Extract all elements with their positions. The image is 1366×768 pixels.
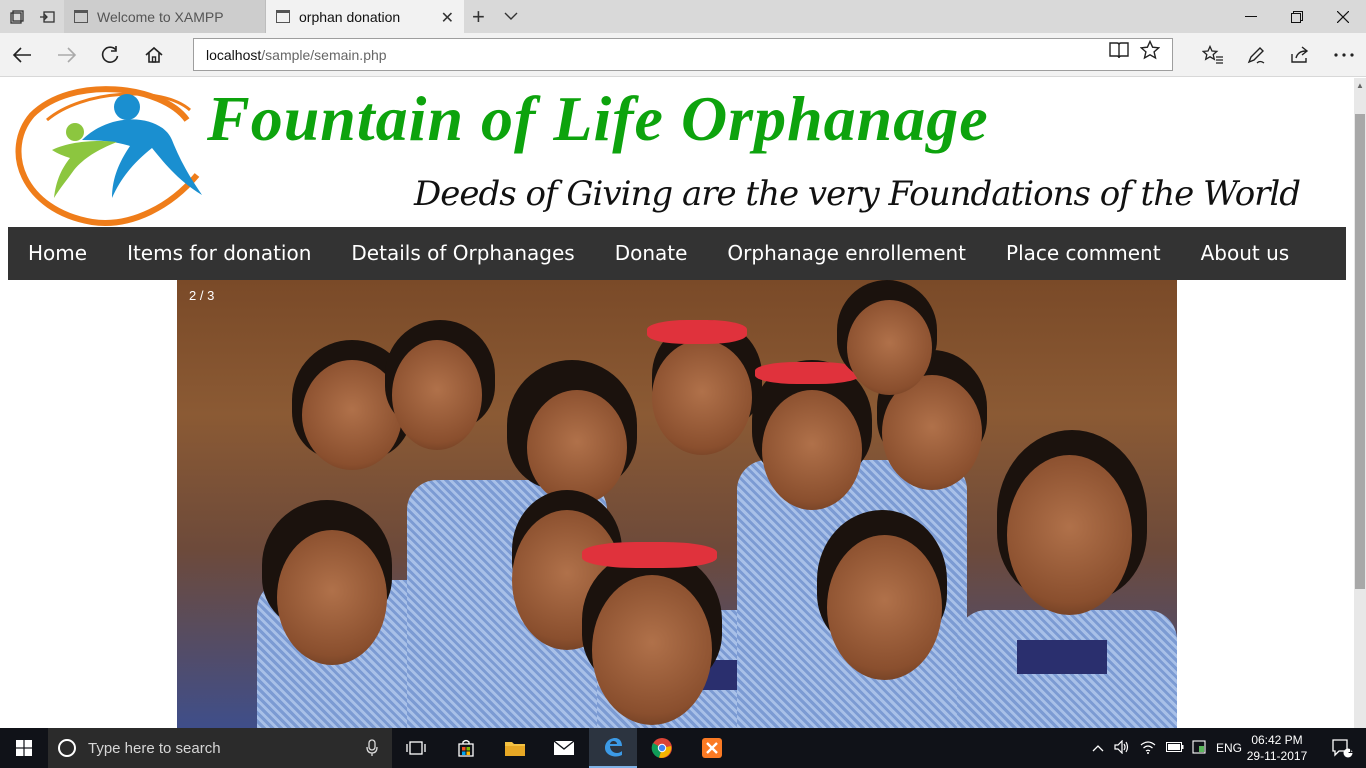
windows-taskbar: Type here to search ENG 06:42 PM 29-11-2… bbox=[0, 728, 1366, 768]
uniform-collar bbox=[1017, 640, 1107, 674]
page-icon bbox=[74, 10, 88, 23]
new-tab-icon[interactable]: + bbox=[472, 4, 485, 30]
minimize-button[interactable] bbox=[1228, 0, 1274, 33]
more-options-icon[interactable] bbox=[1331, 43, 1357, 67]
site-title: Fountain of Life Orphanage bbox=[207, 83, 989, 154]
hair-bow bbox=[647, 320, 747, 344]
menu-home[interactable]: Home bbox=[8, 227, 107, 280]
microphone-icon[interactable] bbox=[366, 739, 378, 762]
battery-icon[interactable] bbox=[1166, 741, 1184, 755]
taskbar-clock[interactable]: 06:42 PM 29-11-2017 bbox=[1244, 732, 1310, 764]
clock-time: 06:42 PM bbox=[1251, 733, 1303, 747]
slide-counter: 2 / 3 bbox=[189, 288, 215, 303]
notifications-icon[interactable]: 1 bbox=[1318, 728, 1366, 768]
scrollbar-thumb[interactable] bbox=[1355, 114, 1365, 589]
main-menu: Home Items for donation Details of Orpha… bbox=[8, 227, 1346, 280]
wifi-icon[interactable] bbox=[1140, 740, 1156, 757]
web-note-pen-icon[interactable] bbox=[1243, 43, 1269, 67]
child-face bbox=[277, 530, 387, 665]
tab-title: orphan donation bbox=[299, 8, 401, 25]
search-placeholder: Type here to search bbox=[88, 739, 221, 757]
menu-place-comment[interactable]: Place comment bbox=[986, 227, 1181, 280]
child-face bbox=[847, 300, 932, 395]
web-page: Fountain of Life Orphanage Deeds of Givi… bbox=[0, 78, 1354, 728]
cortana-icon bbox=[58, 739, 76, 757]
chevron-down-icon[interactable] bbox=[504, 8, 518, 26]
reading-view-icon[interactable] bbox=[1108, 39, 1130, 61]
notification-count: 1 bbox=[1348, 745, 1354, 755]
store-icon[interactable] bbox=[442, 728, 490, 768]
menu-details-of-orphanages[interactable]: Details of Orphanages bbox=[331, 227, 594, 280]
menu-items-for-donation[interactable]: Items for donation bbox=[107, 227, 331, 280]
hair-bow bbox=[755, 362, 860, 384]
menu-about-us[interactable]: About us bbox=[1181, 227, 1310, 280]
favorite-star-icon[interactable] bbox=[1139, 39, 1161, 61]
close-window-button[interactable] bbox=[1320, 0, 1366, 33]
child-face bbox=[527, 390, 627, 505]
child-face bbox=[652, 340, 752, 455]
start-button[interactable] bbox=[0, 728, 48, 768]
clock-date: 29-11-2017 bbox=[1246, 749, 1308, 763]
menu-orphanage-enrollement[interactable]: Orphanage enrollement bbox=[707, 227, 986, 280]
chrome-icon[interactable] bbox=[638, 728, 686, 768]
restore-button[interactable] bbox=[1274, 0, 1320, 33]
share-icon[interactable] bbox=[1287, 43, 1313, 67]
hair-bow bbox=[582, 542, 717, 568]
mail-icon[interactable] bbox=[540, 728, 588, 768]
page-icon bbox=[276, 10, 290, 23]
menu-donate[interactable]: Donate bbox=[595, 227, 708, 280]
xampp-icon[interactable] bbox=[688, 728, 736, 768]
tab-welcome-xampp[interactable]: Welcome to XAMPP bbox=[64, 0, 266, 33]
task-view-icon[interactable] bbox=[392, 728, 440, 768]
home-button[interactable] bbox=[141, 43, 167, 67]
scroll-up-icon[interactable]: ▲ bbox=[1356, 81, 1364, 90]
input-language[interactable]: ENG bbox=[1216, 741, 1242, 755]
browser-tab-strip: Welcome to XAMPP orphan donation ✕ + bbox=[0, 0, 1366, 33]
browser-toolbar: localhost/sample/semain.php bbox=[0, 33, 1366, 77]
file-explorer-icon[interactable] bbox=[491, 728, 539, 768]
forward-button[interactable] bbox=[54, 43, 80, 67]
taskbar-search-box[interactable]: Type here to search bbox=[48, 728, 392, 768]
tabs-aside-icon[interactable] bbox=[6, 6, 28, 28]
url-host: localhost bbox=[206, 46, 262, 63]
url-path: /sample/semain.php bbox=[261, 46, 387, 63]
orphanage-logo bbox=[12, 80, 207, 226]
child-face bbox=[592, 575, 712, 725]
refresh-button[interactable] bbox=[97, 43, 123, 67]
set-tabs-aside-icon[interactable] bbox=[36, 6, 58, 28]
back-button[interactable] bbox=[9, 43, 35, 67]
favorites-hub-icon[interactable] bbox=[1200, 43, 1226, 67]
child-face bbox=[762, 390, 862, 510]
child-face bbox=[827, 535, 942, 680]
action-center-flag-icon[interactable] bbox=[1192, 739, 1206, 757]
tab-title: Welcome to XAMPP bbox=[97, 8, 224, 25]
child-face bbox=[392, 340, 482, 450]
close-tab-icon[interactable]: ✕ bbox=[441, 8, 454, 28]
show-hidden-icons-chevron-up-icon[interactable] bbox=[1092, 741, 1104, 755]
system-tray: ENG bbox=[1092, 728, 1242, 768]
tab-orphan-donation[interactable]: orphan donation ✕ bbox=[266, 0, 464, 33]
page-scrollbar[interactable]: ▲ bbox=[1354, 78, 1366, 728]
volume-icon[interactable] bbox=[1114, 739, 1130, 757]
slideshow-image[interactable]: 2 / 3 bbox=[177, 280, 1177, 728]
edge-browser-icon[interactable] bbox=[589, 728, 637, 768]
address-bar[interactable]: localhost/sample/semain.php bbox=[193, 38, 1173, 71]
child-face bbox=[1007, 455, 1132, 615]
site-tagline: Deeds of Giving are the very Foundations… bbox=[414, 174, 1301, 214]
